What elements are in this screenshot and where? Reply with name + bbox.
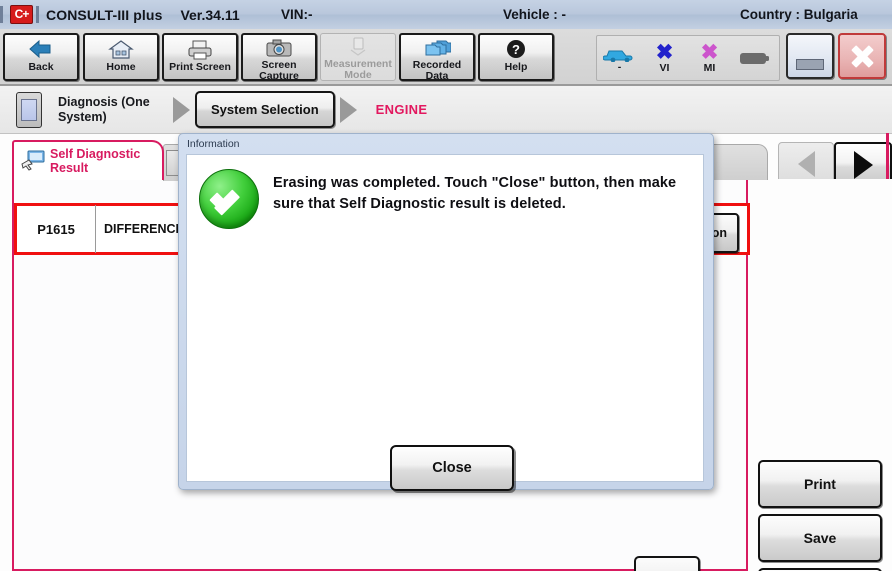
self-diagnostic-icon <box>21 150 45 171</box>
vin-label: VIN:- <box>281 7 313 22</box>
label-line-2: Capture <box>259 70 299 82</box>
minimize-button[interactable] <box>786 33 834 79</box>
title-bar: C+ CONSULT-III plus Ver.34.11 VIN:- Vehi… <box>0 0 892 30</box>
handheld-device-icon <box>16 91 42 128</box>
logo-accent-bar <box>0 6 3 23</box>
help-button-label: Help <box>504 61 528 73</box>
column-divider <box>95 205 96 253</box>
screen-capture-button[interactable]: Screen Capture <box>241 33 317 82</box>
dialog-message-row: Erasing was completed. Touch "Close" but… <box>187 155 703 229</box>
recorded-data-button-label: Recorded Data <box>413 60 461 82</box>
logo-accent-bar-2 <box>36 6 39 23</box>
breadcrumb-system-engine: ENGINE <box>375 102 428 117</box>
connection-status-group: - ✖ VI ✖ MI <box>596 35 780 81</box>
help-button[interactable]: ? Help <box>478 33 554 81</box>
breadcrumb-arrow-1-icon <box>173 96 190 123</box>
home-icon <box>108 38 134 60</box>
measurement-mode-button: Measurement Mode <box>320 33 396 81</box>
home-button[interactable]: Home <box>83 33 159 81</box>
main-toolbar: Back Home Print Screen Screen Capture Me… <box>0 29 892 86</box>
back-button[interactable]: Back <box>3 33 79 81</box>
side-action-rail: Print Save <box>752 179 892 571</box>
dialog-title: Information <box>187 138 240 150</box>
print-screen-button-label: Print Screen <box>169 61 231 73</box>
print-screen-button[interactable]: Print Screen <box>162 33 238 81</box>
breadcrumb-step-system-selection[interactable]: System Selection <box>195 91 335 128</box>
mi-disconnect-icon: ✖ <box>700 40 719 64</box>
dtc-code: P1615 <box>37 221 75 237</box>
recorded-data-button[interactable]: Recorded Data <box>399 33 475 82</box>
dialog-body: Erasing was completed. Touch "Close" but… <box>186 154 704 491</box>
label-line-2: Data <box>425 70 449 82</box>
breadcrumb: Diagnosis (One System) System Selection … <box>0 86 892 134</box>
svg-text:?: ? <box>512 42 520 57</box>
chevron-right-icon <box>853 151 873 179</box>
minimize-bar-icon <box>796 59 824 70</box>
consult-iii-plus-window: C+ CONSULT-III plus Ver.34.11 VIN:- Vehi… <box>0 0 892 571</box>
close-icon <box>847 41 877 71</box>
breadcrumb-step-diagnosis: Diagnosis (One System) <box>58 94 150 124</box>
vi-status: ✖ VI <box>642 40 687 74</box>
car-icon <box>602 50 632 62</box>
question-mark-icon: ? <box>505 38 527 60</box>
app-version: Ver.34.11 <box>180 6 240 23</box>
dialog-message: Erasing was completed. Touch "Close" but… <box>273 175 677 212</box>
bottom-partial-button[interactable] <box>634 556 700 571</box>
save-button[interactable]: Save <box>758 514 882 562</box>
print-button[interactable]: Print <box>758 460 882 508</box>
mi-status-label: MI <box>703 61 716 74</box>
vehicle-status-label: - <box>617 60 622 73</box>
folders-icon <box>423 38 451 58</box>
breadcrumb-arrow-2-icon <box>339 96 357 123</box>
vehicle-label: Vehicle : - <box>503 7 567 22</box>
tab-self-diagnostic-result[interactable]: Self Diagnostic Result <box>12 140 164 180</box>
vehicle-status: - <box>597 44 642 73</box>
label-line-2: Result <box>50 161 89 175</box>
home-button-label: Home <box>106 61 136 73</box>
chevron-left-icon <box>797 151 815 177</box>
vi-disconnect-icon: ✖ <box>655 40 674 64</box>
app-title: CONSULT-III plus <box>46 6 163 23</box>
tab-self-diagnostic-result-label: Self Diagnostic Result <box>50 147 140 175</box>
close-window-button[interactable] <box>838 33 886 79</box>
back-arrow-icon <box>28 38 54 60</box>
back-button-label: Back <box>28 61 54 73</box>
label-line-2: Mode <box>344 69 372 81</box>
camera-icon <box>265 38 293 58</box>
green-check-icon <box>199 169 259 229</box>
printer-icon <box>186 38 214 60</box>
country-label: Country : Bulgaria <box>740 7 858 22</box>
battery-status <box>732 49 777 67</box>
dialog-close-button[interactable]: Close <box>390 445 514 491</box>
mi-status: ✖ MI <box>687 40 732 74</box>
vi-status-label: VI <box>659 61 670 74</box>
device-screen <box>21 98 37 121</box>
battery-icon <box>739 53 769 64</box>
label-line-1: Self Diagnostic <box>50 147 141 161</box>
screen-capture-button-label: Screen Capture <box>259 60 299 82</box>
app-logo-icon: C+ <box>10 5 33 24</box>
measurement-icon <box>346 37 370 57</box>
information-dialog: Information Erasing was completed. Touch… <box>178 133 714 491</box>
measurement-mode-button-label: Measurement Mode <box>324 59 392 81</box>
